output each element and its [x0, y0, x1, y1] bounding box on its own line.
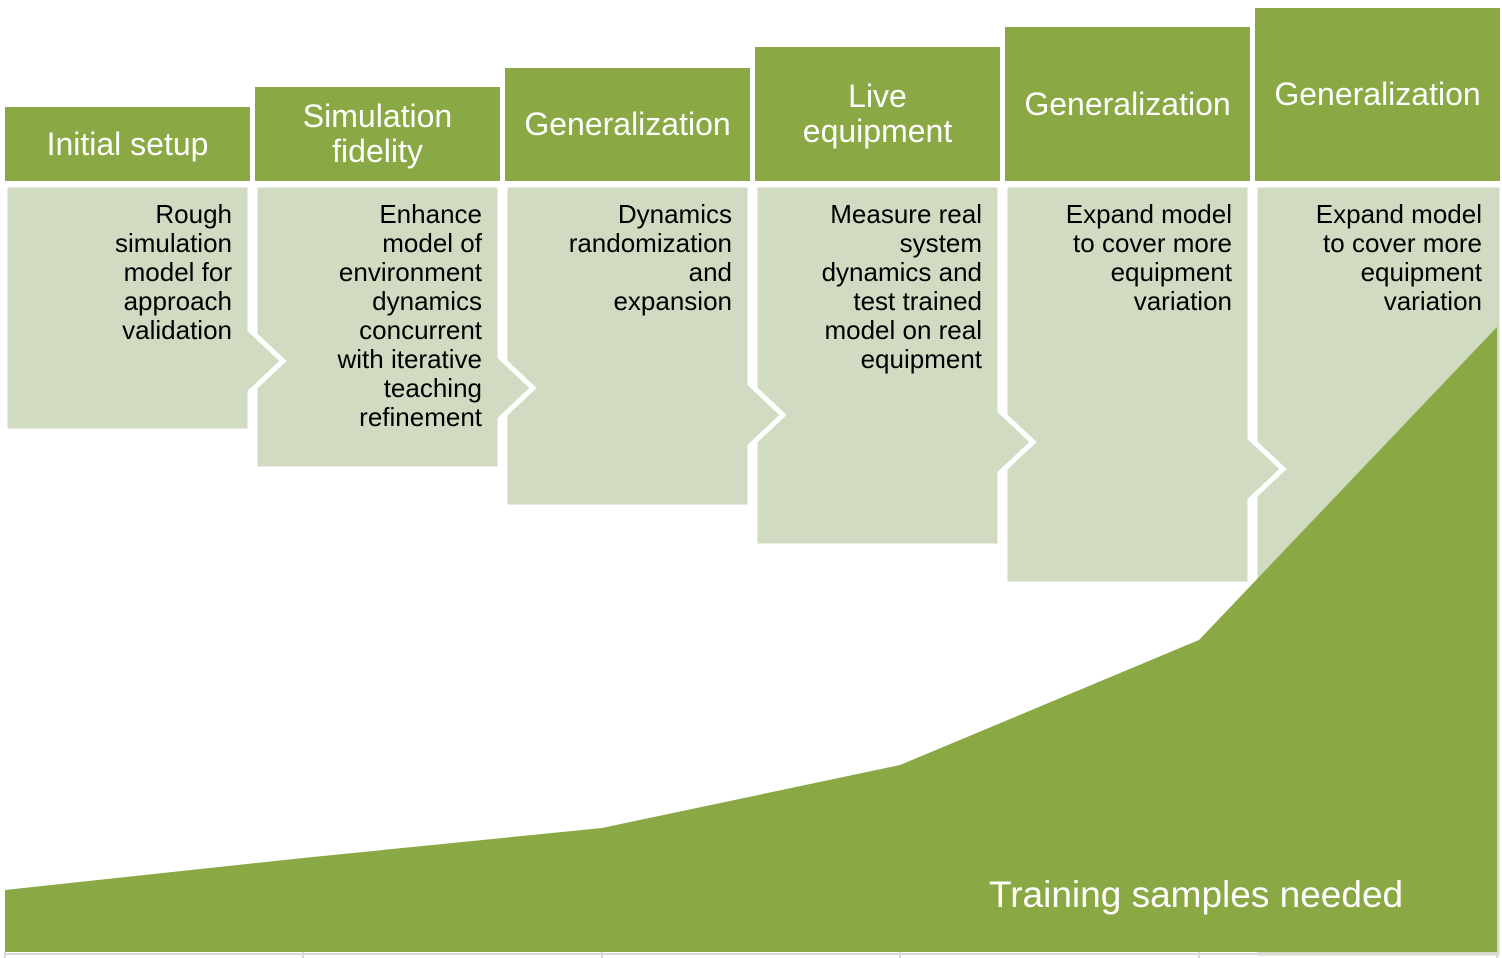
stage-title-line: fidelity	[332, 133, 423, 169]
stage-1-title: Initial setup	[5, 107, 250, 181]
stage-description-line: Enhance	[379, 199, 482, 229]
stage-5-description: Expand model to cover more equipment variat…	[1005, 200, 1232, 316]
stage-4-description: Measure real system dynamics and test train…	[755, 200, 982, 374]
stage-description-line: expansion	[613, 286, 732, 316]
stage-3-title: Generalization	[505, 68, 750, 181]
stage-6-description: Expand model to cover more equipment variat…	[1255, 200, 1482, 316]
stage-description-line: simulation	[114, 228, 232, 258]
stage-description-line: variation	[1133, 286, 1232, 316]
stage-title-line: Simulation	[302, 98, 453, 134]
stage-description-line: concurrent	[359, 315, 482, 345]
stage-title-line: equipment	[802, 113, 953, 149]
stage-3-description: Dynamics randomization and expansion	[505, 200, 732, 316]
stage-description-line: equipment	[860, 344, 982, 374]
stage-description-line: validation	[122, 315, 232, 345]
stage-description-line: model of	[382, 228, 482, 258]
stage-description-line: model on real	[824, 315, 982, 345]
stage-description-line: dynamics and	[821, 257, 982, 287]
stage-description-line: system	[899, 228, 982, 258]
stage-description-line: test trained	[853, 286, 982, 316]
stage-description-line: environment	[338, 257, 482, 287]
stage-description-line: to cover more	[1073, 228, 1232, 258]
stage-title-line: Generalization	[1274, 76, 1481, 112]
stage-description-line: equipment	[1360, 257, 1482, 287]
stage-description-line: to cover more	[1323, 228, 1482, 258]
stage-description-line: Dynamics	[617, 199, 732, 229]
stage-description-line: refinement	[359, 402, 482, 432]
stage-description-line: Measure real	[830, 199, 982, 229]
stage-description-line: randomization	[568, 228, 732, 258]
stage-description-line: equipment	[1110, 257, 1232, 287]
stage-1-description: Rough simulation model for approach validati…	[5, 200, 232, 345]
stage-2-title: Simulation fidelity	[255, 87, 500, 181]
stage-description-line: Expand model	[1065, 199, 1232, 229]
stage-4-title: Live equipment	[755, 47, 1000, 181]
stage-title-line: Initial setup	[46, 125, 209, 162]
stage-description-line: approach	[123, 286, 232, 316]
stage-5-title: Generalization	[1005, 27, 1250, 181]
stage-description-line: variation	[1383, 286, 1482, 316]
stage-6-title: Generalization	[1255, 8, 1500, 181]
stage-description-line: with iterative	[337, 344, 483, 374]
stage-title-line: Generalization	[1024, 85, 1231, 122]
stage-title-line: Generalization	[524, 106, 731, 142]
stage-description-line: teaching	[383, 373, 482, 403]
stage-description-line: Rough	[155, 199, 232, 229]
stage-description-line: Expand model	[1315, 199, 1482, 229]
stage-description-line: dynamics	[372, 286, 482, 316]
stage-title-line: Live	[848, 78, 907, 114]
process-diagram: Initial setup Rough simulation model for app…	[0, 0, 1502, 958]
stage-2-description: Enhance model of environment dynamics concur…	[255, 199, 483, 432]
stage-description-line: model for	[123, 257, 232, 287]
stage-description-line: and	[688, 257, 732, 287]
training-samples-label: Training samples needed	[989, 874, 1404, 915]
